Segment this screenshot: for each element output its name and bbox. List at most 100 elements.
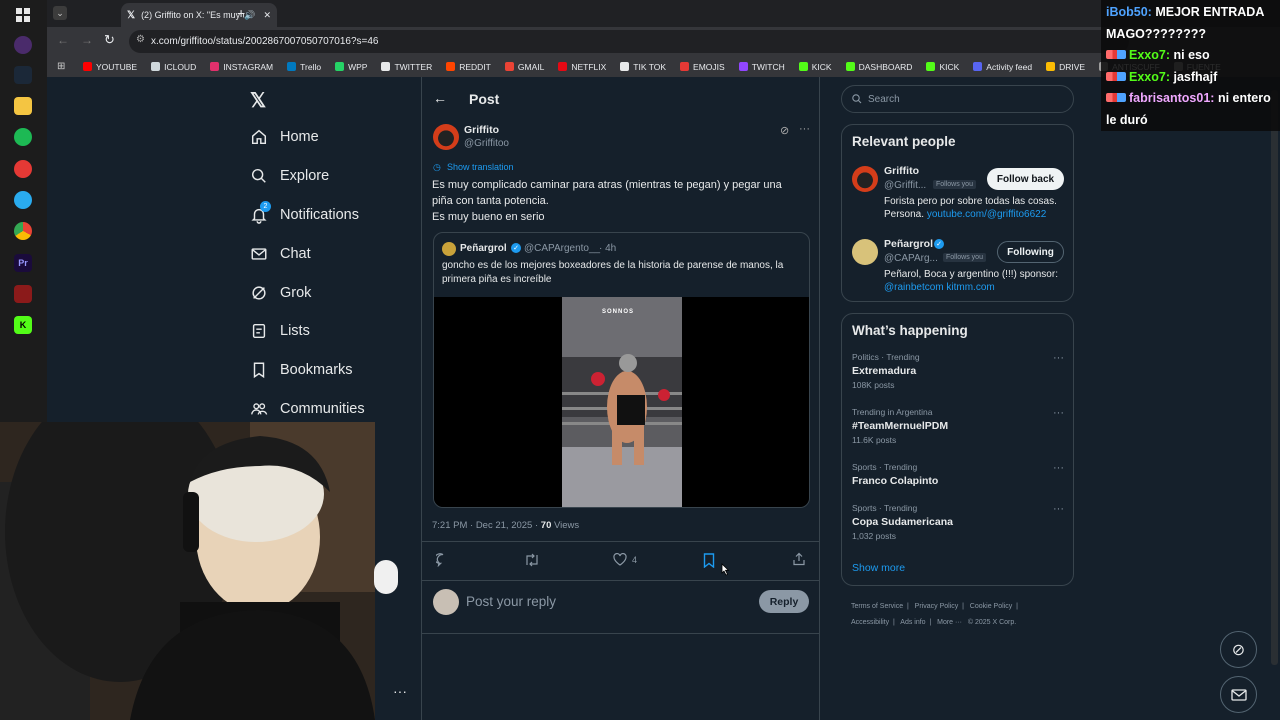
bookmark-item[interactable]: EMOJIS <box>680 62 725 72</box>
avatar[interactable] <box>852 166 878 192</box>
trend-item[interactable]: Sports · Trending Copa Sudamericana 1,032 … <box>852 503 1064 541</box>
sidebar-item-grok[interactable]: Grok <box>250 284 311 302</box>
trend-item[interactable]: Politics · Trending Extremadura 108K posts… <box>852 352 1064 390</box>
avatar[interactable] <box>433 124 459 150</box>
trend-more-icon[interactable]: ··· <box>1053 462 1064 474</box>
back-icon[interactable]: ← <box>57 33 69 47</box>
bookmark-item[interactable]: YOUTUBE <box>83 62 137 72</box>
person-bio-link[interactable]: youtube.com/@griffito6622 <box>927 209 1046 220</box>
sidebar-item-home[interactable]: Home <box>250 128 319 146</box>
trend-item[interactable]: Sports · Trending Franco Colapinto ··· <box>852 462 1064 487</box>
more-icon[interactable]: ··· <box>799 123 810 135</box>
person-handle[interactable]: @Griffit... <box>884 180 926 191</box>
forward-icon[interactable]: → <box>81 33 93 47</box>
bookmark-icon[interactable] <box>703 553 715 573</box>
premiere-icon[interactable]: Pr <box>14 254 32 272</box>
close-tab-icon[interactable]: ✕ <box>263 10 271 21</box>
bookmark-item[interactable]: TWITCH <box>738 62 785 72</box>
more-options-icon[interactable]: ··· <box>393 683 407 699</box>
steam-icon[interactable] <box>14 66 32 84</box>
bookmark-item[interactable]: WPP <box>335 62 367 72</box>
speaker-icon[interactable]: 🔊 <box>244 10 255 21</box>
bookmark-item[interactable]: NETFLIX <box>558 62 606 72</box>
sidebar-item-bookmarks[interactable]: Bookmarks <box>250 361 353 379</box>
sidebar-item-chat[interactable]: Chat <box>250 245 311 263</box>
windows-start-icon[interactable] <box>14 6 32 24</box>
footer-link[interactable]: Privacy Policy <box>915 603 959 610</box>
bookmark-item[interactable]: GMAIL <box>504 62 544 72</box>
quoted-author-handle[interactable]: @CAPArgento__ <box>524 243 600 254</box>
tab-active[interactable]: 𝕏 (2) Griffito on X: "Es muy co 🔊 ✕ <box>121 3 277 27</box>
bookmark-item[interactable]: INSTAGRAM <box>210 62 273 72</box>
following-button[interactable]: Following <box>997 241 1064 263</box>
bookmark-item[interactable]: Trello <box>287 62 321 72</box>
trend-more-icon[interactable]: ··· <box>1053 352 1064 364</box>
show-translation-link[interactable]: Show translation <box>447 162 514 172</box>
bookmark-item[interactable]: DRIVE <box>1046 62 1085 72</box>
search-input[interactable]: Search <box>841 85 1074 113</box>
url-bar[interactable]: ⚙ x.com/griffitoo/status/200286700705070… <box>129 30 1129 53</box>
reply-input[interactable]: Post your reply <box>466 594 556 609</box>
chrome-icon[interactable] <box>14 222 32 240</box>
user-avatar[interactable] <box>433 589 459 615</box>
messages-icon[interactable] <box>1220 676 1257 713</box>
share-icon[interactable] <box>792 552 806 571</box>
app-icon[interactable] <box>14 285 32 303</box>
bookmark-item[interactable]: TWITTER <box>381 62 432 72</box>
obs-icon[interactable] <box>14 160 32 178</box>
quoted-avatar[interactable] <box>442 242 456 256</box>
quoted-author-name[interactable]: Peñargrol <box>460 243 507 254</box>
site-info-icon[interactable]: ⚙ <box>136 34 145 45</box>
footer-link[interactable]: Ads info <box>900 619 925 626</box>
sidebar-item-explore[interactable]: Explore <box>250 167 329 185</box>
trend-more-icon[interactable]: ··· <box>1053 503 1064 515</box>
person-bio-link[interactable]: @rainbetcom kitmm.com <box>884 281 1069 294</box>
sidebar-item-notifications[interactable]: 2 Notifications <box>250 201 359 224</box>
author-name[interactable]: Griffito <box>464 124 499 136</box>
person-name[interactable]: Griffito <box>884 165 919 177</box>
footer-link[interactable]: Cookie Policy <box>970 603 1012 610</box>
grok-icon[interactable]: ⊘ <box>780 124 789 137</box>
trend-more-icon[interactable]: ··· <box>1053 407 1064 419</box>
tab-search-chevron-icon[interactable]: ⌄ <box>53 6 67 20</box>
bookmark-item[interactable]: Activity feed <box>973 62 1032 72</box>
person-handle[interactable]: @CAPArg... <box>884 253 938 264</box>
tweet-button-partial[interactable] <box>374 560 398 594</box>
spotify-icon[interactable] <box>14 128 32 146</box>
bookmark-item[interactable]: KICK <box>926 62 959 72</box>
bookmark-item[interactable]: DASHBOARD <box>845 62 912 72</box>
reload-icon[interactable]: ↻ <box>104 32 115 48</box>
kick-icon[interactable]: K <box>14 316 32 334</box>
sidebar-item-communities[interactable]: Communities <box>250 400 365 418</box>
avatar[interactable] <box>852 239 878 265</box>
bookmark-item[interactable]: REDDIT <box>446 62 491 72</box>
bookmark-item[interactable]: TIK TOK <box>620 62 666 72</box>
apps-grid-icon[interactable]: ⊞ <box>57 61 65 72</box>
app-icon[interactable] <box>14 36 32 54</box>
video-player[interactable]: SONNOS <box>434 297 809 507</box>
trend-item[interactable]: Trending in Argentina #TeamMernuelPDM 11.6… <box>852 407 1064 445</box>
footer-link[interactable]: Accessibility <box>851 619 889 626</box>
like-button[interactable]: 4 <box>613 553 637 566</box>
follow-back-button[interactable]: Follow back <box>987 168 1064 190</box>
grok-icon[interactable]: ⊘ <box>1220 631 1257 668</box>
x-logo-icon[interactable]: 𝕏 <box>250 88 266 113</box>
telegram-icon[interactable] <box>14 191 32 209</box>
bell-icon: 2 <box>250 201 271 224</box>
show-more-link[interactable]: Show more <box>852 562 905 574</box>
reply-icon[interactable] <box>434 553 450 570</box>
folder-icon[interactable] <box>14 97 32 115</box>
footer-link[interactable]: More ··· <box>937 619 962 626</box>
back-arrow-icon[interactable]: ← <box>433 90 447 106</box>
scrollbar[interactable] <box>1271 90 1278 665</box>
repost-icon[interactable] <box>524 553 540 572</box>
sidebar-item-lists[interactable]: Lists <box>250 322 310 340</box>
reply-button[interactable]: Reply <box>759 590 809 613</box>
bookmark-item[interactable]: KICK <box>798 62 832 72</box>
author-handle[interactable]: @Griffitoo <box>464 138 509 149</box>
person-name[interactable]: Peñargrol <box>884 238 933 250</box>
footer-link[interactable]: Terms of Service <box>851 603 903 610</box>
bookmark-item[interactable]: ICLOUD <box>151 62 196 72</box>
new-tab-icon[interactable]: + <box>237 5 245 21</box>
quoted-post[interactable]: Peñargrol ✓ @CAPArgento__ · 4h goncho es… <box>433 232 810 508</box>
